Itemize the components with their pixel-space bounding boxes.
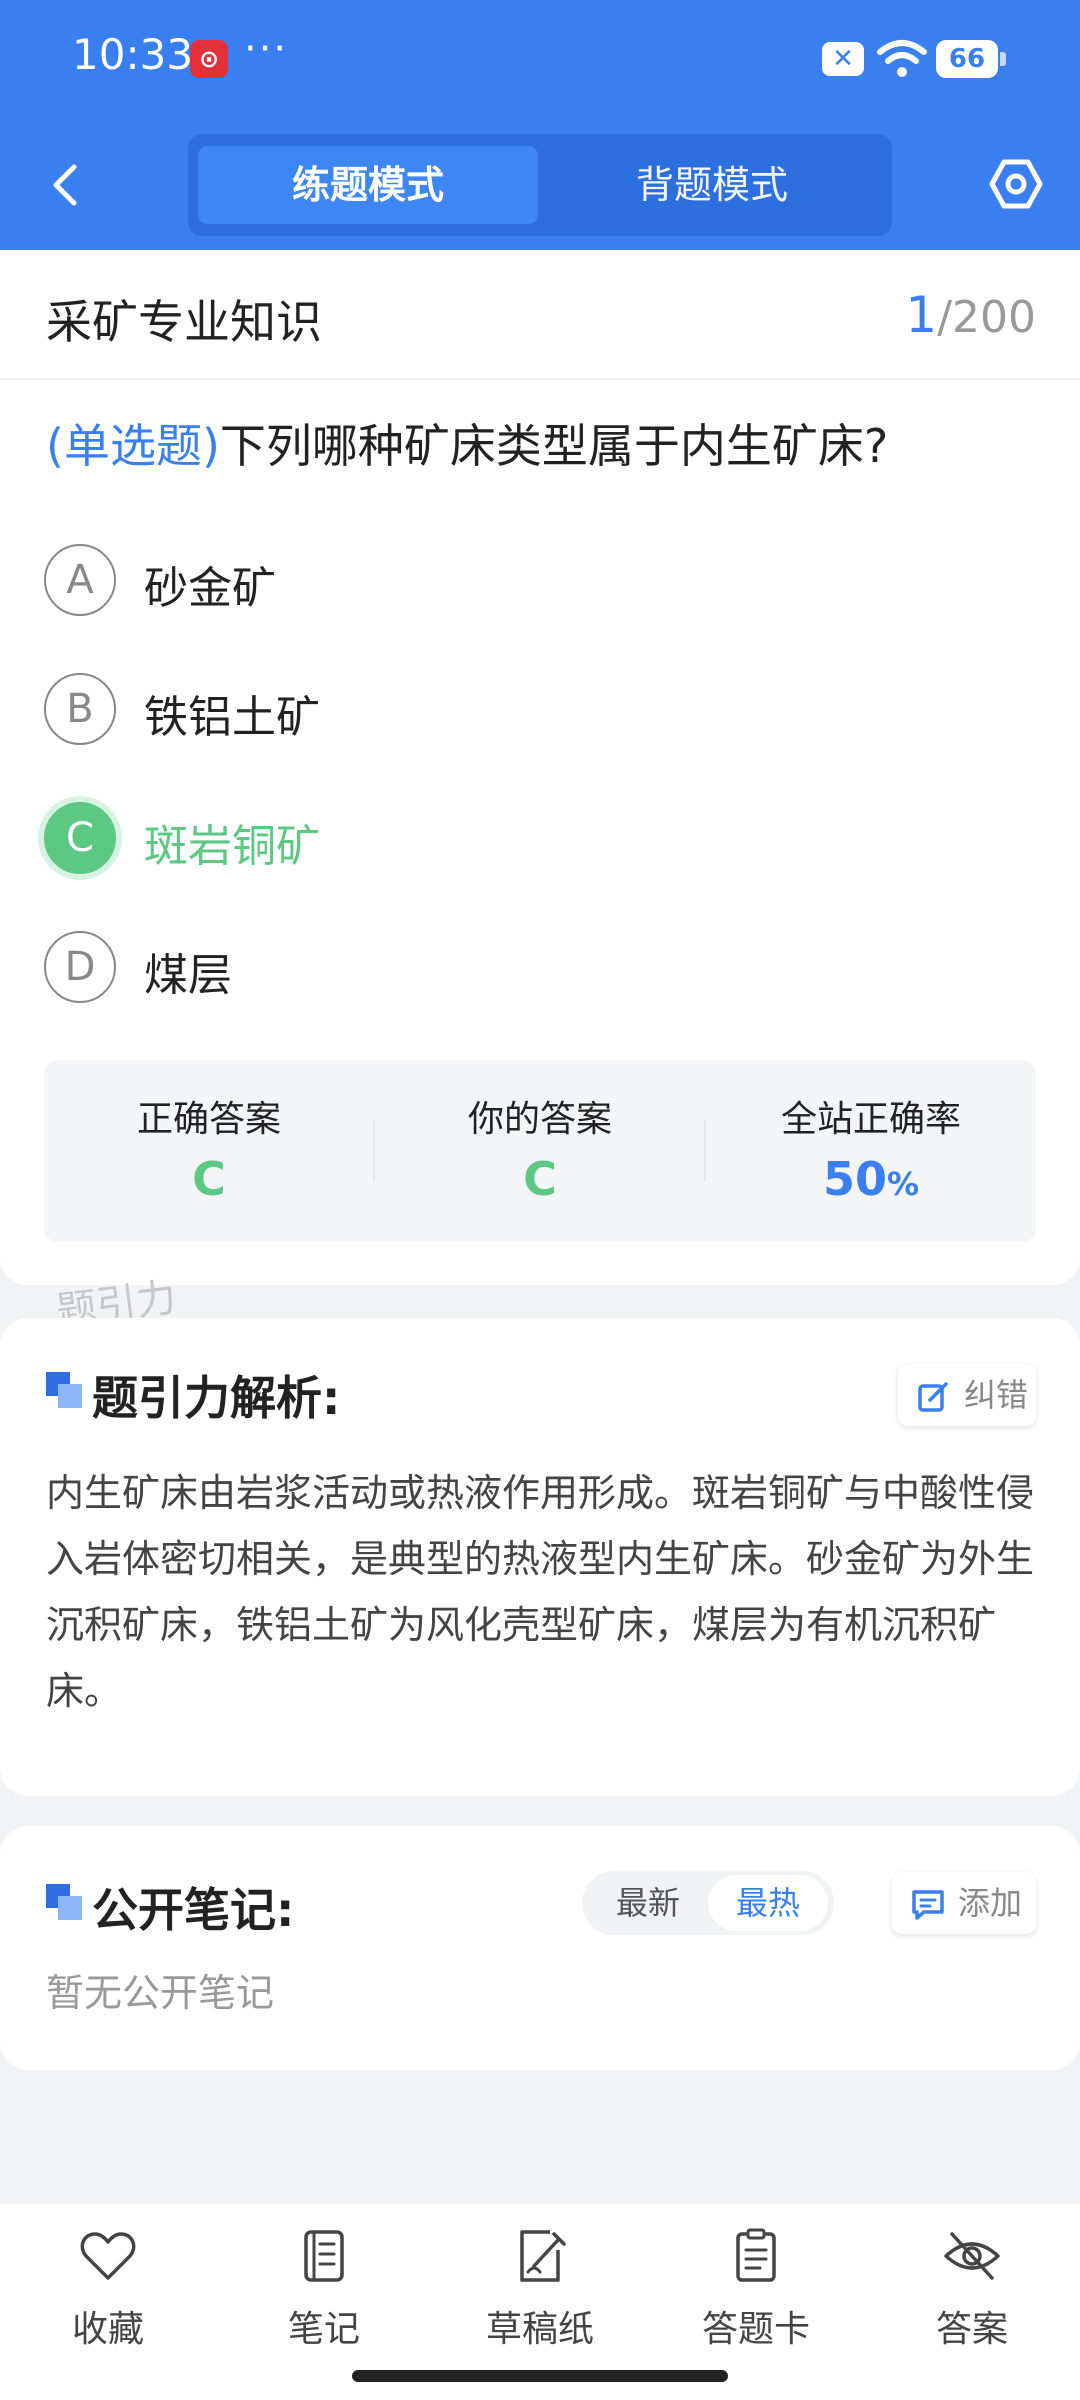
your-answer-value: C: [523, 1152, 557, 1206]
notes-title: 公开笔记:: [92, 1883, 295, 1937]
netease-music-icon: ⊙: [190, 40, 228, 78]
your-answer-stat: 你的答案 C: [375, 1060, 705, 1242]
draft-paper-icon: [520, 2230, 566, 2282]
mode-switch: 练题模式 背题模式: [188, 134, 892, 236]
question-text: (单选题)下列哪种矿床类型属于内生矿床?: [46, 410, 888, 476]
accuracy-label: 全站正确率: [780, 1099, 961, 1140]
option-a[interactable]: A 砂金矿: [44, 540, 1044, 620]
analysis-title: 题引力解析:: [92, 1371, 341, 1425]
accuracy-number: 50: [822, 1152, 887, 1206]
option-key: C: [44, 802, 116, 874]
option-key: D: [44, 931, 116, 1003]
option-d[interactable]: D 煤层: [44, 927, 1044, 1007]
subject-row: 采矿专业知识 1/200: [0, 250, 1080, 380]
status-bar: 10:33 ⊙ ··· ✕ 66: [0, 0, 1080, 120]
add-note-button[interactable]: 添加: [892, 1872, 1036, 1934]
home-indicator[interactable]: [352, 2370, 728, 2382]
wifi-icon: [877, 40, 927, 77]
tab-label: 答案: [935, 2309, 1008, 2350]
accuracy-stat: 全站正确率 50%: [706, 1060, 1036, 1242]
edit-icon: [918, 1382, 948, 1412]
tab-answer[interactable]: 答案: [864, 2204, 1080, 2400]
notebook-icon: [304, 2230, 344, 2282]
option-c[interactable]: C 斑岩铜矿: [44, 798, 1044, 878]
question-counter: 1/200: [905, 286, 1036, 344]
eye-off-icon: [944, 2232, 1000, 2280]
add-note-label: 添加: [958, 1884, 1023, 1922]
tab-favorite[interactable]: 收藏: [0, 2204, 216, 2400]
public-notes-card: 公开笔记: 最新 最热 添加 暂无公开笔记: [0, 1826, 1080, 2070]
tab-memorize-mode[interactable]: 背题模式: [542, 146, 882, 224]
tab-label: 笔记: [287, 2309, 360, 2350]
question-stem: 下列哪种矿床类型属于内生矿床?: [219, 419, 889, 473]
section-square-icon: [46, 1372, 84, 1410]
correct-answer-value: C: [192, 1152, 226, 1206]
current-question-number: 1: [905, 286, 938, 344]
heart-icon: [80, 2232, 136, 2280]
answer-sheet-icon: [736, 2228, 776, 2282]
answer-stats: 正确答案 C 你的答案 C 全站正确率 50%: [44, 1060, 1036, 1242]
option-key: A: [44, 544, 116, 616]
option-label: 铁铝土矿: [144, 692, 320, 743]
tab-label: 收藏: [71, 2309, 144, 2350]
tab-practice-mode[interactable]: 练题模式: [198, 146, 538, 224]
accuracy-value: 50%: [706, 1152, 1036, 1206]
option-label: 砂金矿: [144, 563, 276, 614]
total-questions: /200: [937, 292, 1036, 343]
report-error-button[interactable]: 纠错: [898, 1364, 1036, 1426]
report-error-label: 纠错: [964, 1376, 1029, 1414]
option-b[interactable]: B 铁铝土矿: [44, 669, 1044, 749]
app-header: 10:33 ⊙ ··· ✕ 66 练题模式 背题模式: [0, 0, 1080, 250]
settings-icon[interactable]: [988, 156, 1044, 212]
question-card: 采矿专业知识 1/200 (单选题)下列哪种矿床类型属于内生矿床? A 砂金矿 …: [0, 250, 1080, 1285]
more-notifications-icon: ···: [244, 26, 289, 72]
tab-label: 草稿纸: [485, 2309, 594, 2350]
back-icon[interactable]: [40, 155, 90, 215]
your-answer-label: 你的答案: [467, 1099, 612, 1140]
correct-answer-stat: 正确答案 C: [44, 1060, 374, 1242]
accuracy-unit: %: [886, 1165, 920, 1203]
empty-notes-text: 暂无公开笔记: [46, 1971, 275, 2015]
section-square-icon: [46, 1884, 84, 1922]
subject-title: 采矿专业知识: [46, 295, 322, 349]
sort-latest[interactable]: 最新: [588, 1875, 708, 1931]
analysis-card: 题引力解析: 纠错 内生矿床由岩浆活动或热液作用形成。斑岩铜矿与中酸性侵入岩体密…: [0, 1318, 1080, 1796]
analysis-text: 内生矿床由岩浆活动或热液作用形成。斑岩铜矿与中酸性侵入岩体密切相关，是典型的热液…: [46, 1471, 1035, 1713]
battery-icon: 66: [936, 40, 1006, 78]
tab-label: 答题卡: [701, 2309, 810, 2350]
option-key: B: [44, 673, 116, 745]
comment-icon: [912, 1890, 944, 1920]
status-time: 10:33: [72, 30, 194, 79]
correct-answer-label: 正确答案: [136, 1099, 281, 1140]
notes-sort-switch: 最新 最热: [582, 1871, 834, 1935]
no-sim-icon: ✕: [822, 42, 864, 76]
option-label: 煤层: [144, 950, 232, 1001]
question-type: (单选题): [46, 419, 220, 473]
option-label: 斑岩铜矿: [144, 821, 320, 872]
sort-hottest[interactable]: 最热: [708, 1875, 828, 1931]
